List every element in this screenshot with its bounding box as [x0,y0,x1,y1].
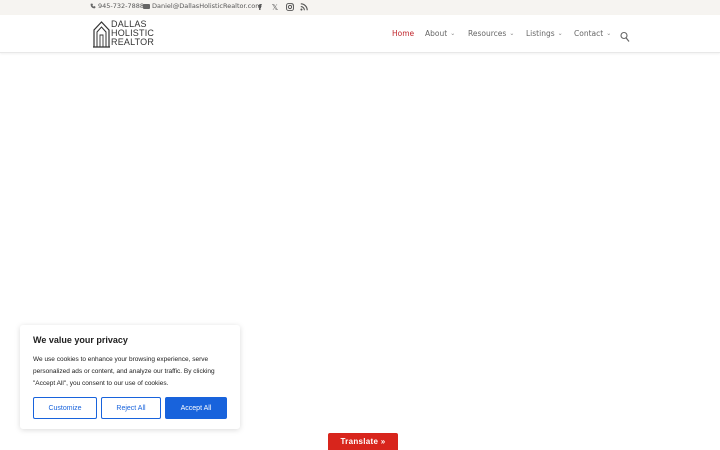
nav-contact-label: Contact [574,29,604,38]
phone-icon [90,3,96,9]
cookie-title: We value your privacy [33,335,128,345]
nav-about[interactable]: About ⌄ [425,29,455,38]
cookie-consent-banner: We value your privacy We use cookies to … [20,325,240,429]
nav-contact[interactable]: Contact ⌄ [574,29,611,38]
phone-contact[interactable]: 945-732-7888 [90,2,144,10]
instagram-icon[interactable] [285,2,294,12]
customize-button[interactable]: Customize [33,397,97,419]
phone-number: 945-732-7888 [98,2,145,10]
chevron-down-icon: ⌄ [557,30,563,37]
nav-about-label: About [425,29,448,38]
search-icon [620,31,630,42]
site-logo[interactable]: DALLAS HOLISTIC REALTOR [93,20,159,48]
nav-listings[interactable]: Listings ⌄ [526,29,563,38]
site-header: DALLAS HOLISTIC REALTOR Home About ⌄ Res… [0,15,720,53]
facebook-icon[interactable]: f [256,2,264,12]
reject-all-button[interactable]: Reject All [101,397,161,419]
mail-icon [143,3,150,9]
email-address: Daniel@DallasHolisticRealtor.com [152,2,262,10]
accept-all-button[interactable]: Accept All [165,397,227,419]
nav-home[interactable]: Home [392,29,414,38]
logo-line-3: REALTOR [111,37,155,47]
nav-resources[interactable]: Resources ⌄ [468,29,514,38]
translate-button[interactable]: Translate » [328,433,398,450]
logo-text: DALLAS HOLISTIC REALTOR [111,20,154,47]
house-logo-icon [93,21,110,48]
rss-icon[interactable] [299,2,308,12]
chevron-down-icon: ⌄ [606,30,612,37]
chevron-down-icon: ⌄ [509,30,515,37]
nav-resources-label: Resources [468,29,507,38]
nav-listings-label: Listings [526,29,555,38]
cookie-body: We use cookies to enhance your browsing … [33,356,215,387]
top-bar: 945-732-7888 Daniel@DallasHolisticRealto… [0,0,720,15]
search-button[interactable] [620,28,630,42]
x-icon[interactable]: 𝕏 [270,2,280,12]
nav-home-label: Home [392,29,415,38]
email-contact[interactable]: Daniel@DallasHolisticRealtor.com [143,2,262,10]
chevron-down-icon: ⌄ [450,30,456,37]
